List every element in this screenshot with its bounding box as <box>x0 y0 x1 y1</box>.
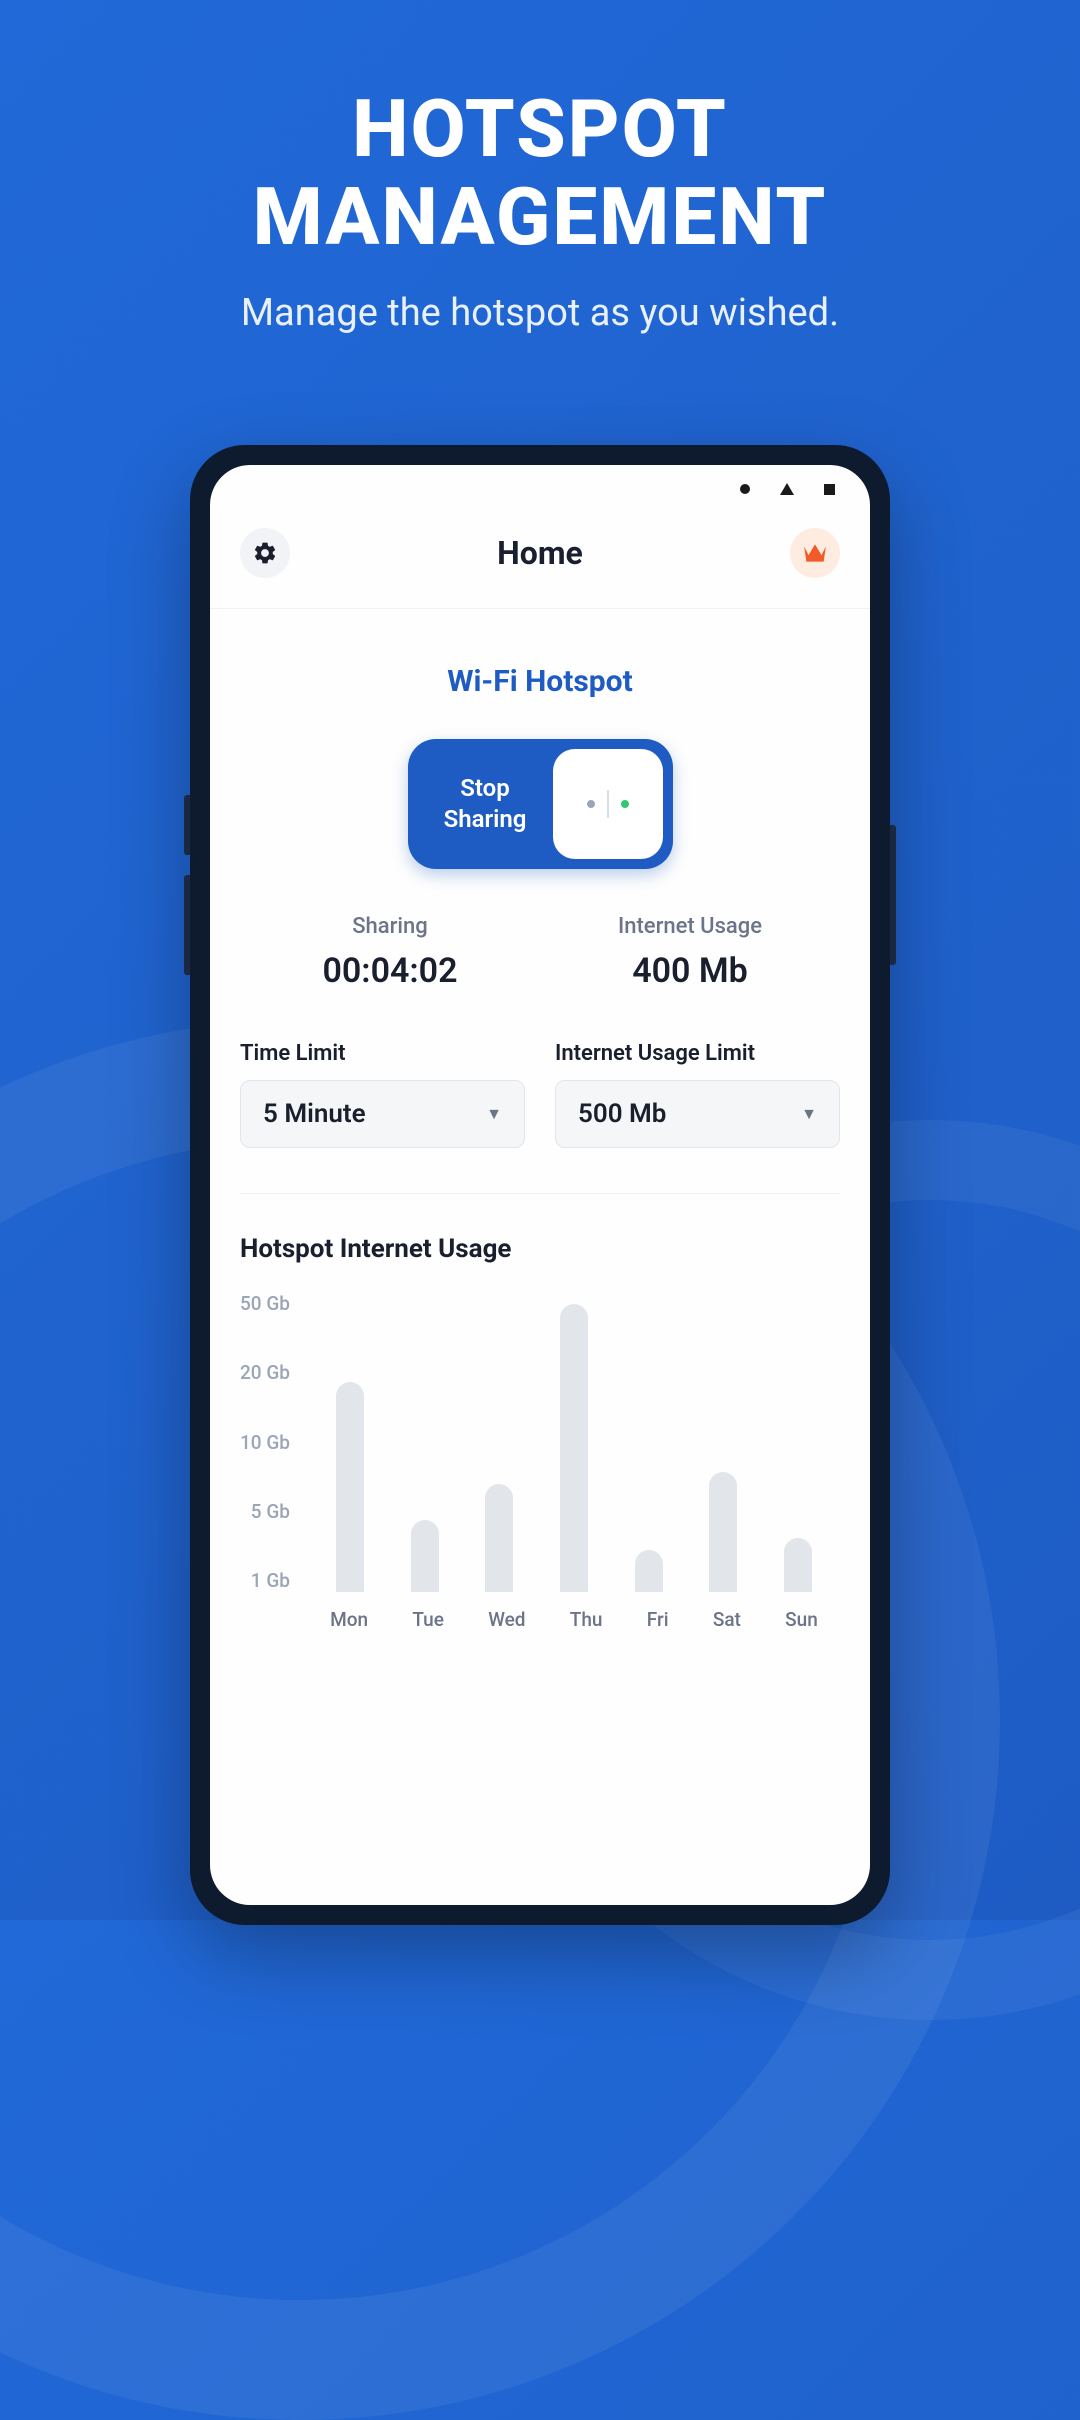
settings-button[interactable] <box>240 528 290 578</box>
phone-button <box>890 825 896 965</box>
usage-chart: 50 Gb 20 Gb 10 Gb 5 Gb 1 Gb <box>240 1292 840 1592</box>
chart-bar <box>336 1382 364 1592</box>
active-dot-icon <box>621 800 629 808</box>
chart-y-axis: 50 Gb 20 Gb 10 Gb 5 Gb 1 Gb <box>240 1292 308 1592</box>
promo-header: HOTSPOT MANAGEMENT Manage the hotspot as… <box>0 0 1080 335</box>
phone-screen: Home Wi-Fi Hotspot Stop Sharing <box>210 465 870 1905</box>
time-limit-label: Time Limit <box>240 1041 525 1066</box>
usage-limit-group: Internet Usage Limit 500 Mb ▼ <box>555 1041 840 1148</box>
usage-stat: Internet Usage 400 Mb <box>540 914 840 991</box>
phone-button <box>184 875 190 975</box>
hotspot-section-title: Wi-Fi Hotspot <box>240 664 840 699</box>
chevron-down-icon: ▼ <box>801 1104 817 1124</box>
limits-row: Time Limit 5 Minute ▼ Internet Usage Lim… <box>240 1041 840 1148</box>
x-tick: Sat <box>713 1608 741 1631</box>
chart-bar <box>709 1472 737 1592</box>
promo-title-line1: HOTSPOT <box>0 85 1080 173</box>
usage-limit-select[interactable]: 500 Mb ▼ <box>555 1080 840 1148</box>
promo-subtitle: Manage the hotspot as you wished. <box>0 291 1080 335</box>
premium-button[interactable] <box>790 528 840 578</box>
usage-value: 400 Mb <box>540 951 840 991</box>
y-tick: 10 Gb <box>240 1431 290 1454</box>
time-limit-value: 5 Minute <box>263 1099 366 1129</box>
x-tick: Wed <box>488 1608 525 1631</box>
promo-title: HOTSPOT MANAGEMENT <box>0 85 1080 261</box>
sharing-value: 00:04:02 <box>240 951 540 991</box>
app-header: Home <box>210 503 870 609</box>
sharing-stat: Sharing 00:04:02 <box>240 914 540 991</box>
y-tick: 1 Gb <box>240 1569 290 1592</box>
x-tick: Sun <box>785 1608 818 1631</box>
chart-bar <box>784 1538 812 1592</box>
usage-label: Internet Usage <box>540 914 840 939</box>
sharing-label: Sharing <box>240 914 540 939</box>
toggle-container: Stop Sharing <box>240 739 840 869</box>
phone-button <box>184 795 190 855</box>
chevron-down-icon: ▼ <box>486 1104 502 1124</box>
chart-x-labels: Mon Tue Wed Thu Fri Sat Sun <box>308 1608 840 1631</box>
status-bar <box>210 465 870 503</box>
y-tick: 20 Gb <box>240 1361 290 1384</box>
hotspot-toggle[interactable]: Stop Sharing <box>408 739 673 869</box>
inactive-dot-icon <box>587 800 595 808</box>
gear-icon <box>252 540 278 566</box>
chart-bar <box>411 1520 439 1592</box>
x-tick: Mon <box>330 1608 368 1631</box>
time-limit-select[interactable]: 5 Minute ▼ <box>240 1080 525 1148</box>
y-tick: 5 Gb <box>240 1500 290 1523</box>
page-title: Home <box>497 534 583 572</box>
chart-bar <box>485 1484 513 1592</box>
x-tick: Tue <box>412 1608 444 1631</box>
time-limit-group: Time Limit 5 Minute ▼ <box>240 1041 525 1148</box>
chart-title: Hotspot Internet Usage <box>240 1234 840 1264</box>
toggle-knob <box>553 749 663 859</box>
status-square-icon <box>824 484 835 495</box>
phone-frame: Home Wi-Fi Hotspot Stop Sharing <box>190 445 890 1925</box>
divider-icon <box>607 790 609 818</box>
toggle-label: Stop Sharing <box>408 773 553 835</box>
stats-row: Sharing 00:04:02 Internet Usage 400 Mb <box>240 914 840 991</box>
y-tick: 50 Gb <box>240 1292 290 1315</box>
chart-bars <box>308 1292 840 1592</box>
main-content: Wi-Fi Hotspot Stop Sharing Sharing 00:04… <box>210 664 870 1631</box>
chart-x-axis: Mon Tue Wed Thu Fri Sat Sun <box>240 1608 840 1631</box>
x-tick: Fri <box>647 1608 669 1631</box>
x-tick: Thu <box>570 1608 603 1631</box>
status-dot-icon <box>740 484 750 494</box>
usage-limit-value: 500 Mb <box>578 1099 666 1129</box>
crown-icon <box>802 542 828 564</box>
divider <box>240 1193 840 1194</box>
chart-bar <box>560 1304 588 1592</box>
usage-limit-label: Internet Usage Limit <box>555 1041 840 1066</box>
promo-title-line2: MANAGEMENT <box>0 173 1080 261</box>
status-triangle-icon <box>780 483 794 495</box>
chart-bar <box>635 1550 663 1592</box>
